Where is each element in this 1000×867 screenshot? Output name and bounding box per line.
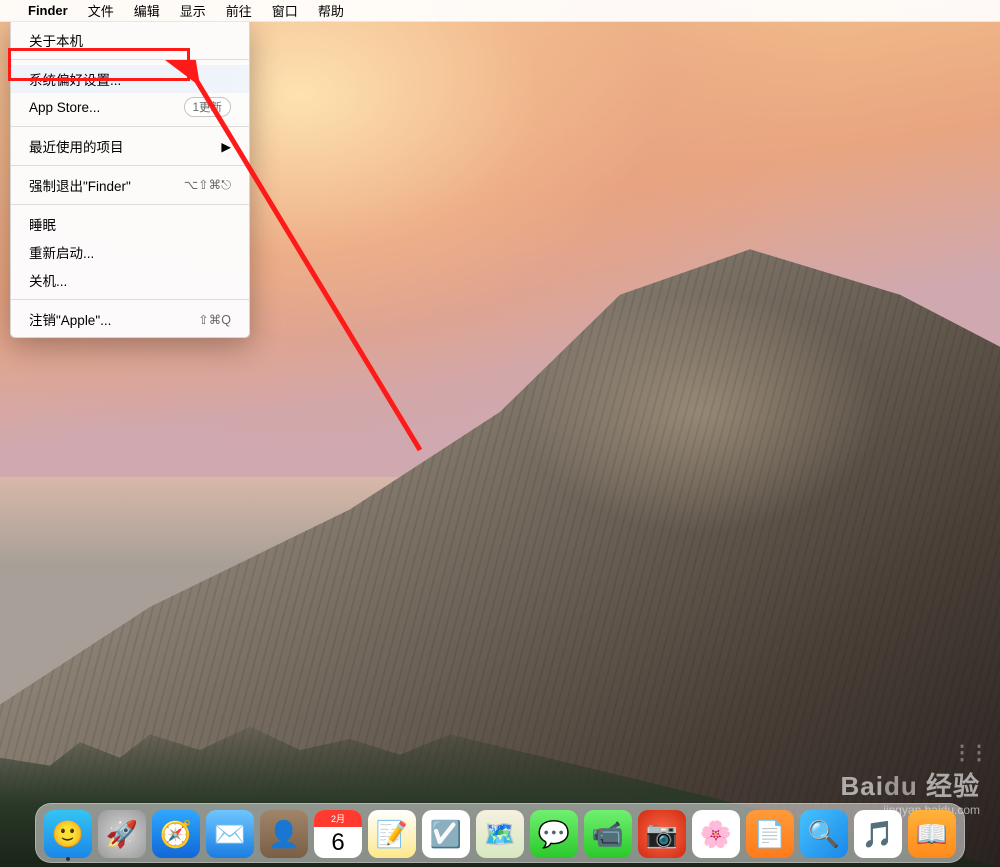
menu-shortcut: ⇧⌘Q: [198, 312, 231, 327]
menu-separator: [11, 165, 249, 166]
menubar-item-file[interactable]: 文件: [78, 1, 124, 20]
menubar: Finder 文件 编辑 显示 前往 窗口 帮助: [0, 0, 1000, 22]
dock-item-pages[interactable]: 📄: [746, 810, 794, 858]
menu-logout[interactable]: 注销"Apple"... ⇧⌘Q: [11, 305, 249, 333]
dock: 🙂🚀🧭✉️👤2月6📝☑️🗺️💬📹📷🌸📄🔍🎵📖: [35, 803, 965, 863]
update-badge: 1更新: [184, 97, 231, 117]
menu-label: 强制退出"Finder": [29, 175, 131, 195]
menu-label: 睡眠: [29, 214, 56, 234]
dock-item-messages[interactable]: 💬: [530, 810, 578, 858]
watermark-brand: Baidu 经验: [841, 771, 980, 801]
dock-item-photos[interactable]: 🌸: [692, 810, 740, 858]
dock-item-safari[interactable]: 🧭: [152, 810, 200, 858]
dock-item-launchpad[interactable]: 🚀: [98, 810, 146, 858]
menubar-item-window[interactable]: 窗口: [262, 1, 308, 20]
menu-force-quit[interactable]: 强制退出"Finder" ⌥⇧⌘⎋: [11, 171, 249, 199]
paw-icon: [952, 735, 980, 757]
dock-item-reminders[interactable]: ☑️: [422, 810, 470, 858]
menubar-item-edit[interactable]: 编辑: [124, 1, 170, 20]
menu-label: 关机...: [29, 270, 67, 290]
menubar-item-help[interactable]: 帮助: [308, 1, 354, 20]
menu-label: 最近使用的项目: [29, 136, 124, 156]
dock-item-mail[interactable]: ✉️: [206, 810, 254, 858]
dock-item-facetime[interactable]: 📹: [584, 810, 632, 858]
menubar-item-finder[interactable]: Finder: [18, 3, 78, 18]
dock-item-itunes[interactable]: 🎵: [854, 810, 902, 858]
menubar-item-view[interactable]: 显示: [170, 1, 216, 20]
dock-item-maps[interactable]: 🗺️: [476, 810, 524, 858]
dock-item-finder[interactable]: 🙂: [44, 810, 92, 858]
dock-item-photo-booth[interactable]: 📷: [638, 810, 686, 858]
dock-item-notes[interactable]: 📝: [368, 810, 416, 858]
menu-separator: [11, 204, 249, 205]
dock-item-ibooks[interactable]: 📖: [908, 810, 956, 858]
menu-shortcut: ⌥⇧⌘⎋: [184, 177, 231, 193]
menu-label: 重新启动...: [29, 242, 94, 262]
menu-separator: [11, 299, 249, 300]
menu-app-store[interactable]: App Store... 1更新: [11, 93, 249, 121]
menu-label: 注销"Apple"...: [29, 309, 111, 329]
annotation-highlight-box: [8, 48, 190, 81]
dock-item-contacts[interactable]: 👤: [260, 810, 308, 858]
menu-restart[interactable]: 重新启动...: [11, 238, 249, 266]
menu-recent-items[interactable]: 最近使用的项目 ▶: [11, 132, 249, 160]
menu-label: App Store...: [29, 100, 100, 115]
dock-item-preview[interactable]: 🔍: [800, 810, 848, 858]
menu-shutdown[interactable]: 关机...: [11, 266, 249, 294]
menubar-item-go[interactable]: 前往: [216, 1, 262, 20]
menu-separator: [11, 126, 249, 127]
menu-sleep[interactable]: 睡眠: [11, 210, 249, 238]
submenu-arrow-icon: ▶: [221, 139, 231, 154]
dock-item-calendar[interactable]: 2月6: [314, 810, 362, 858]
menu-label: 关于本机: [29, 30, 83, 50]
